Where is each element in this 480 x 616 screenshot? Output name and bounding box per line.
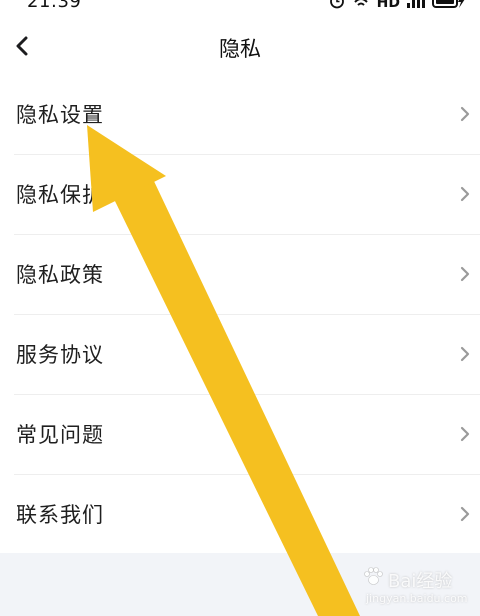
menu-item-service-agreement[interactable]: 服务协议 [0,315,480,395]
watermark-text: Bai经验 [388,570,453,592]
menu-item-contact-us[interactable]: 联系我们 [0,475,480,555]
menu-item-label: 联系我们 [16,503,104,527]
chevron-right-icon [460,186,470,202]
menu-item-privacy-policy[interactable]: 隐私政策 [0,235,480,315]
chevron-right-icon [460,266,470,282]
watermark-url: jingyan.baidu.com [366,592,468,605]
menu-item-label: 常见问题 [16,423,104,447]
chevron-right-icon [460,506,470,522]
watermark-logo: Bai经验 [362,566,452,593]
chevron-right-icon [460,106,470,122]
signal-icon [406,0,426,13]
chevron-right-icon [460,426,470,442]
paw-icon [362,566,384,593]
menu-item-label: 隐私保护 [16,183,104,207]
page-title: 隐私 [219,37,261,61]
alarm-icon [329,0,345,13]
status-icons: HD [329,0,466,13]
menu-item-privacy-settings[interactable]: 隐私设置 [0,75,480,155]
nav-bar: 隐私 [0,20,480,76]
status-time: 21:39 [27,0,82,12]
menu-item-label: 隐私政策 [16,263,104,287]
battery-charging-icon [432,0,466,13]
wifi-icon [351,0,371,13]
chevron-right-icon [460,346,470,362]
status-bar: 21:39 HD [0,0,480,15]
menu-item-faq[interactable]: 常见问题 [0,395,480,475]
network-label: HD [376,0,400,11]
menu-item-label: 隐私设置 [16,103,104,127]
menu-item-label: 服务协议 [16,343,104,367]
menu-item-privacy-protection[interactable]: 隐私保护 [0,155,480,235]
menu-list: 隐私设置 隐私保护 隐私政策 服务协议 常见问题 联系我们 [0,75,480,555]
